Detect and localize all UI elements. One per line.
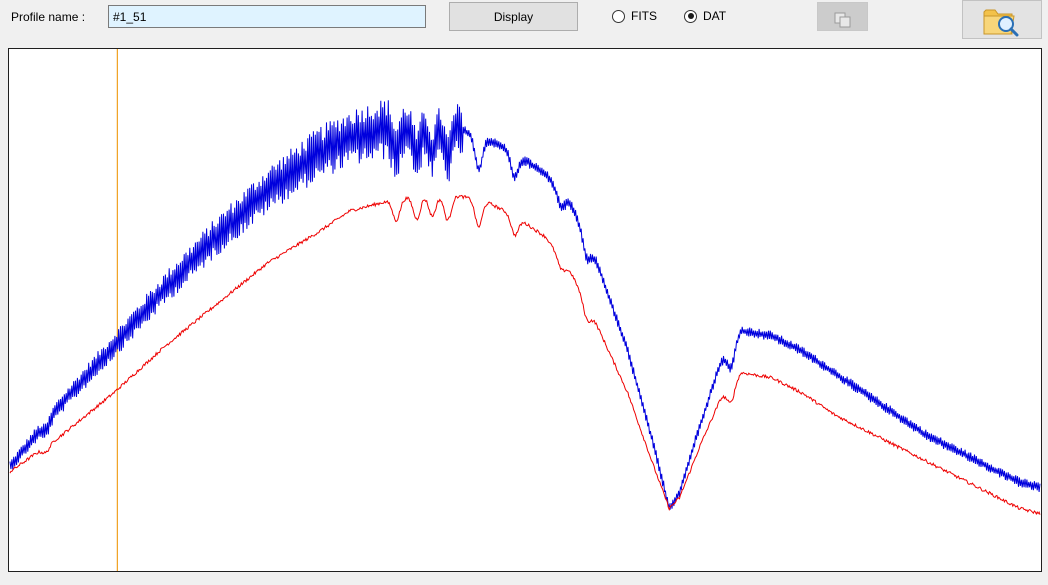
toolbar: Profile name : Display FITS DAT xyxy=(0,0,1048,48)
spectrum-plot[interactable] xyxy=(8,48,1042,572)
radio-fits[interactable]: FITS xyxy=(612,8,657,24)
spectrum-series-blue xyxy=(9,100,1041,510)
radio-dat-label: DAT xyxy=(703,9,727,23)
radio-dat[interactable]: DAT xyxy=(684,8,726,24)
spectrum-series-red xyxy=(9,194,1041,516)
folder-search-icon xyxy=(983,9,1019,36)
spectrum-svg xyxy=(9,49,1041,571)
display-button[interactable]: Display xyxy=(449,2,578,31)
radio-fits-label: FITS xyxy=(631,9,657,23)
profile-name-label: Profile name : xyxy=(11,10,86,24)
copy-icon xyxy=(834,12,850,27)
radio-dat-circle[interactable] xyxy=(684,9,697,23)
copy-button[interactable] xyxy=(817,2,868,31)
profile-name-input[interactable] xyxy=(108,5,426,28)
radio-fits-circle[interactable] xyxy=(612,9,625,23)
open-folder-button[interactable] xyxy=(962,0,1042,39)
